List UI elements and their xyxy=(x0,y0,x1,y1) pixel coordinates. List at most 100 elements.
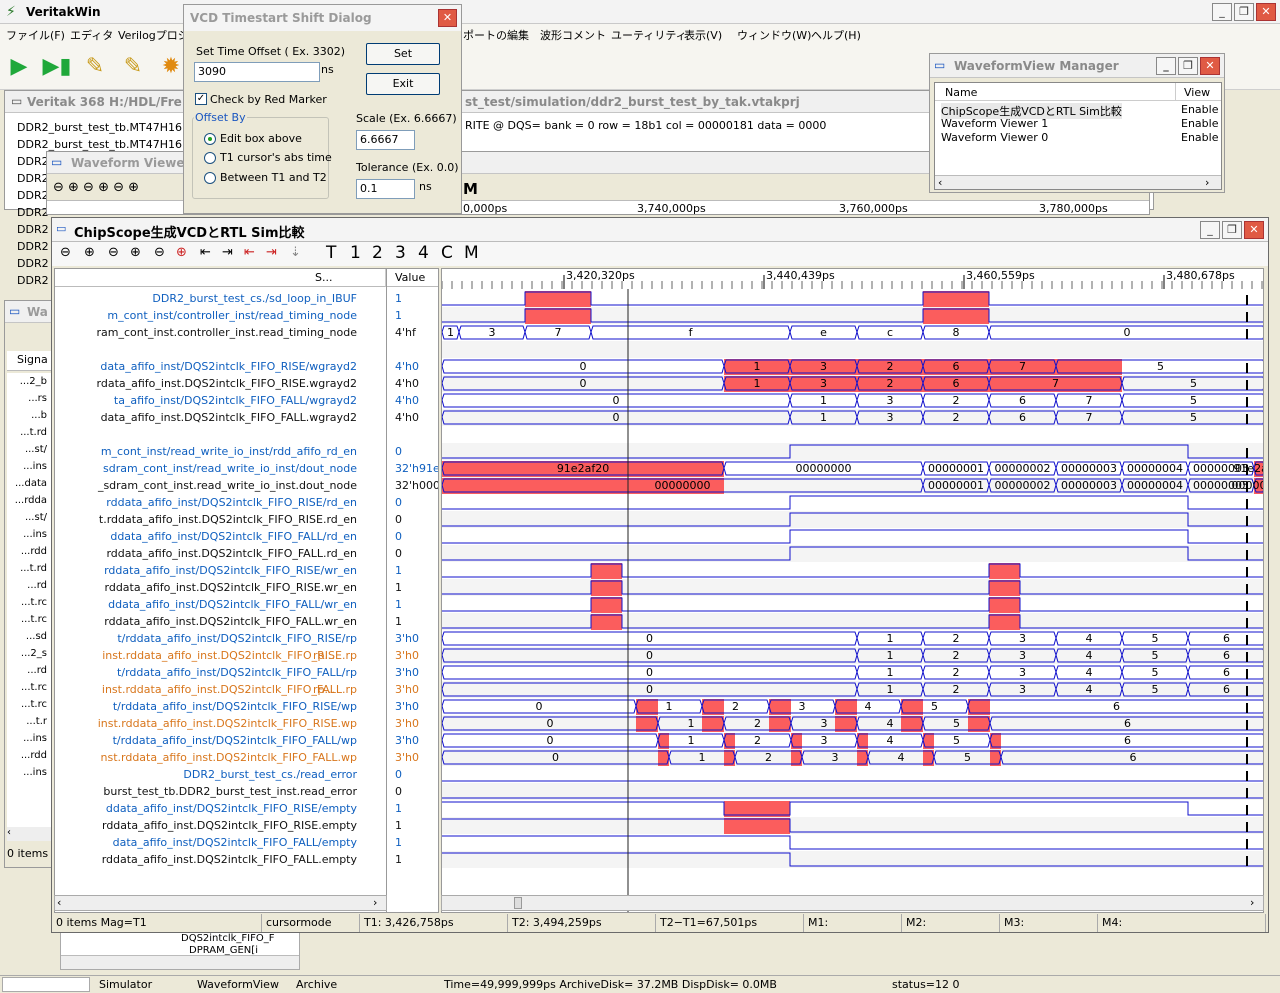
side-signal-item[interactable]: ...2_s xyxy=(7,645,51,662)
maximize-icon[interactable]: ❐ xyxy=(1234,3,1254,21)
side-signal-item[interactable]: ...ins xyxy=(7,526,51,543)
manager-row[interactable]: ChipScope生成VCDとRTL Sim比較 Enable xyxy=(935,103,1221,119)
side-signal-item[interactable]: ...rd xyxy=(7,577,51,594)
signal-name[interactable]: ta_afifo_inst/DQS2intclk_FIFO_FALL/wgray… xyxy=(55,392,385,409)
signal-name[interactable]: inst.rddata_afifo_inst.DQS2intclk_FIFO_F… xyxy=(55,681,385,698)
cursor-red-icon[interactable]: ⊕ xyxy=(176,245,187,260)
side-signal-item[interactable]: ...rd xyxy=(7,662,51,679)
side-signal-item[interactable]: ...t.rc xyxy=(7,611,51,628)
maximize-icon[interactable]: ❐ xyxy=(1222,221,1242,239)
menu-view[interactable]: 表示(V) xyxy=(684,27,722,43)
compile-all-icon[interactable]: ✎ xyxy=(118,53,148,81)
side-signal-item[interactable]: ...t.rc xyxy=(7,594,51,611)
signal-name[interactable]: rddata_afifo_inst.DQS2intclk_FIFO_RISE.w… xyxy=(55,579,385,596)
menu-verilog-project[interactable]: Verilogプロジ xyxy=(118,27,189,43)
minimize-icon[interactable]: _ xyxy=(1200,221,1220,239)
marker-3-button[interactable]: 3 xyxy=(395,243,406,263)
zoom-out-icon[interactable]: ⊖ xyxy=(108,245,119,260)
side-signal-item[interactable]: ...st/ xyxy=(7,441,51,458)
compile-icon[interactable]: ✎ xyxy=(80,53,110,81)
signal-name[interactable]: ddata_afifo_inst/DQS2intclk_FIFO_FALL/rd… xyxy=(55,528,385,545)
side-signal-item[interactable]: ...ins xyxy=(7,730,51,747)
signal-name[interactable]: data_afifo_inst/DQS2intclk_FIFO_RISE/wgr… xyxy=(55,358,385,375)
bg-zoom-icons[interactable]: ⊖ ⊕ ⊖ ⊕ ⊖ ⊕ xyxy=(53,180,139,195)
edge-next-icon[interactable]: ⇥ xyxy=(222,245,233,260)
side-signal-item[interactable]: ...rdd xyxy=(7,543,51,560)
zoom-in-icon[interactable]: ⊕ xyxy=(130,245,141,260)
signal-name[interactable]: ddata_afifo_inst/DQS2intclk_FIFO_FALL/wr… xyxy=(55,596,385,613)
signal-name[interactable]: rddata_afifo_inst.DQS2intclk_FIFO_FALL.r… xyxy=(55,545,385,562)
wave-scrollbar[interactable]: › xyxy=(441,895,1264,911)
signal-name[interactable] xyxy=(55,341,385,358)
set-button[interactable]: Set xyxy=(366,43,440,65)
signal-name[interactable]: burst_test_tb.DDR2_burst_test_inst.read_… xyxy=(55,783,385,800)
manager-row[interactable]: Waveform Viewer 1 Enable xyxy=(935,117,1221,131)
signal-name[interactable]: rddata_afifo_inst.DQS2intclk_FIFO_RISE.e… xyxy=(55,817,385,834)
signal-name[interactable]: data_afifo_inst/DQS2intclk_FIFO_FALL/emp… xyxy=(55,834,385,851)
zoom-out-icon[interactable]: ⊖ xyxy=(60,245,71,260)
side-signal-item[interactable]: ...t.rc xyxy=(7,679,51,696)
pin-icon[interactable]: ⇣ xyxy=(290,245,301,260)
signal-name[interactable]: t/rddata_afifo_inst/DQS2intclk_FIFO_RISE… xyxy=(55,630,385,647)
signal-name[interactable] xyxy=(55,426,385,443)
close-icon[interactable]: ✕ xyxy=(1200,57,1220,75)
signal-name[interactable]: m_cont_inst/controller_inst/read_timing_… xyxy=(55,307,385,324)
side-signal-item[interactable]: ...sd xyxy=(7,628,51,645)
signal-name[interactable]: rddata_afifo_inst/DQS2intclk_FIFO_RISE/r… xyxy=(55,494,385,511)
names-scrollbar[interactable]: ‹ › xyxy=(54,895,387,911)
manager-row[interactable]: Waveform Viewer 0 Enable xyxy=(935,131,1221,145)
check-red-marker-checkbox[interactable]: ✓ xyxy=(195,93,207,105)
radio-between[interactable] xyxy=(204,172,216,184)
side-signal-item[interactable]: ...t.r xyxy=(7,713,51,730)
edge-prev-red-icon[interactable]: ⇤ xyxy=(244,245,255,260)
run-icon[interactable]: ▶ xyxy=(4,53,34,81)
signal-name[interactable]: data_afifo_inst.DQS2intclk_FIFO_FALL.wgr… xyxy=(55,409,385,426)
side-signal-item[interactable]: ...rs xyxy=(7,390,51,407)
signal-name[interactable]: t/rddata_afifo_inst/DQS2intclk_FIFO_FALL… xyxy=(55,664,385,681)
marker-m-button[interactable]: M xyxy=(464,243,479,263)
signal-name[interactable]: DDR2_burst_test_cs./sd_loop_in_IBUF xyxy=(55,290,385,307)
side-signal-list[interactable]: ...2_b ...rs ...b ...t.rd ...st/...ins ...dat… xyxy=(7,373,51,833)
edge-prev-icon[interactable]: ⇤ xyxy=(200,245,211,260)
radio-t1-cursor[interactable] xyxy=(204,152,216,164)
tolerance-input[interactable]: 0.1 xyxy=(356,179,415,199)
signal-name[interactable]: rddata_afifo_inst/DQS2intclk_FIFO_RISE/w… xyxy=(55,562,385,579)
signal-name[interactable]: m_cont_inst/read_write_io_inst/rdd_afifo… xyxy=(55,443,385,460)
offset-input[interactable]: 3090 xyxy=(194,62,320,82)
signal-name[interactable]: ram_cont_inst.controller_inst.read_timin… xyxy=(55,324,385,341)
signal-name[interactable]: rdata_afifo_inst.DQS2intclk_FIFO_RISE.wg… xyxy=(55,375,385,392)
side-signal-item[interactable]: ...t.rc xyxy=(7,696,51,713)
tree-item[interactable]: DQS2intclk_FIFO_F xyxy=(181,933,274,944)
marker-2-button[interactable]: 2 xyxy=(372,243,383,263)
side-scrollbar[interactable]: ‹ xyxy=(7,827,51,841)
scroll-right-icon[interactable]: › xyxy=(1250,896,1254,909)
zoom-in-icon[interactable]: ⊕ xyxy=(84,245,95,260)
scale-input[interactable]: 6.6667 xyxy=(356,130,415,150)
menu-utility[interactable]: ユーティリティ xyxy=(611,27,687,43)
bg-marker-m[interactable]: M xyxy=(463,180,478,198)
marker-4-button[interactable]: 4 xyxy=(418,243,429,263)
tree-scrollbar[interactable] xyxy=(61,955,299,969)
signal-name[interactable]: sdram_cont_inst/read_write_io_inst/dout_… xyxy=(55,460,385,477)
menu-window[interactable]: ウィンドウ(W) xyxy=(737,27,811,43)
scroll-right-icon[interactable]: › xyxy=(373,896,377,909)
menu-port-edit[interactable]: ポートの編集 xyxy=(463,27,529,43)
side-signal-item[interactable]: ...ins xyxy=(7,764,51,781)
scroll-left-icon[interactable]: ‹ xyxy=(57,896,61,909)
menu-file[interactable]: ファイル(F) xyxy=(6,27,65,43)
waveform-pane[interactable]: 3,420,320ps 3,440,439ps 3,460,559ps 3,480,6… xyxy=(441,268,1264,913)
signal-name[interactable]: ddata_afifo_inst/DQS2intclk_FIFO_RISE/em… xyxy=(55,800,385,817)
dialog-close-icon[interactable]: ✕ xyxy=(438,9,457,27)
maximize-icon[interactable]: ❐ xyxy=(1178,57,1198,75)
scroll-right-icon[interactable]: › xyxy=(1205,176,1209,189)
waveform-canvas[interactable]: 3,420,320ps 3,440,439ps 3,460,559ps 3,480,6… xyxy=(442,269,1264,913)
signal-name[interactable]: inst.rddata_afifo_inst.DQS2intclk_FIFO_R… xyxy=(55,715,385,732)
settings-gear-icon[interactable]: ✹ xyxy=(156,53,186,81)
side-signal-item[interactable]: ...data xyxy=(7,475,51,492)
step-run-icon[interactable]: ▶▮ xyxy=(42,53,72,81)
radio-edit-box[interactable] xyxy=(204,133,216,145)
side-signal-item[interactable]: ...t.rd xyxy=(7,560,51,577)
close-icon[interactable]: ✕ xyxy=(1256,3,1276,21)
signal-name[interactable]: t.rddata_afifo_inst.DQS2intclk_FIFO_RISE… xyxy=(55,511,385,528)
signal-name[interactable]: rddata_afifo_inst.DQS2intclk_FIFO_FALL.e… xyxy=(55,851,385,868)
